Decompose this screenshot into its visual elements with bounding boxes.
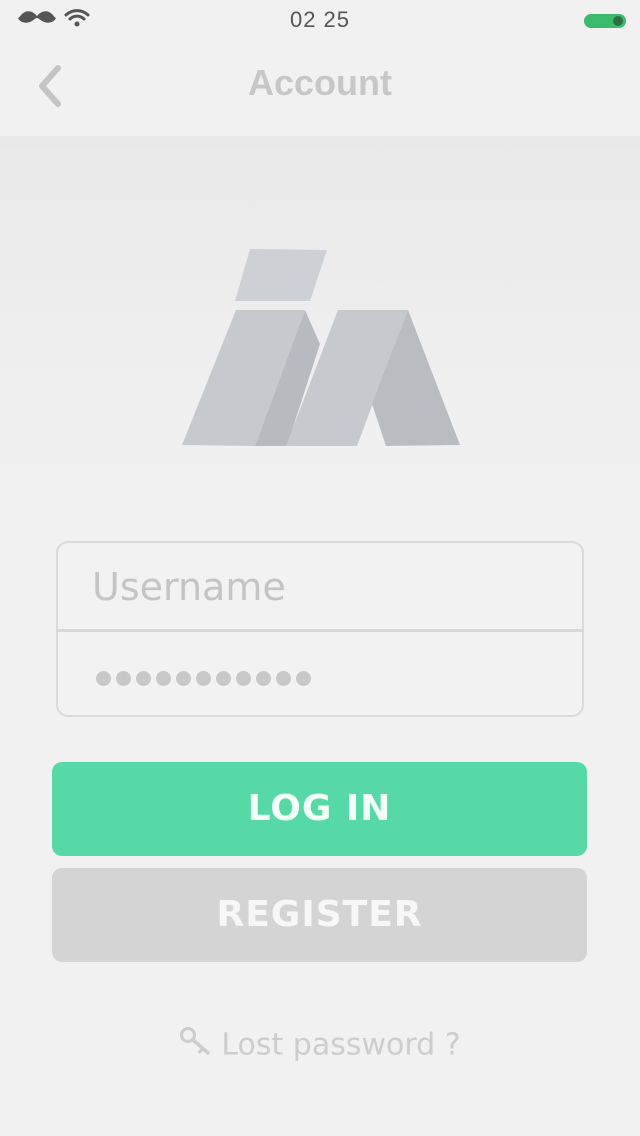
username-input[interactable] [58, 543, 582, 630]
logo-banner [0, 136, 640, 490]
password-dot [276, 671, 291, 686]
register-button[interactable]: REGISTER [52, 868, 587, 962]
battery-level [613, 16, 623, 26]
app-logo [182, 249, 460, 446]
battery-icon [584, 14, 626, 28]
password-dot [156, 671, 171, 686]
status-time: 02 25 [289, 7, 351, 32]
password-dot [216, 671, 231, 686]
status-bar: 02 25 [0, 0, 640, 40]
lost-password-link[interactable]: Lost password ? [0, 1026, 640, 1064]
navigation-bar: Account [0, 40, 640, 136]
key-icon [179, 1026, 211, 1064]
password-dot [176, 671, 191, 686]
login-form [56, 541, 584, 717]
password-dot [236, 671, 251, 686]
account-login-screen: 02 25 Account Username LOG IN REGISTER L… [0, 0, 640, 1136]
password-dot [116, 671, 131, 686]
password-mask [96, 671, 311, 686]
page-title: Account [248, 62, 392, 103]
password-dot [96, 671, 111, 686]
password-dot [136, 671, 151, 686]
login-button[interactable]: LOG IN [52, 762, 587, 856]
password-dot [256, 671, 271, 686]
password-dot [296, 671, 311, 686]
password-dot [196, 671, 211, 686]
lost-password-label: Lost password ? [221, 1027, 461, 1063]
